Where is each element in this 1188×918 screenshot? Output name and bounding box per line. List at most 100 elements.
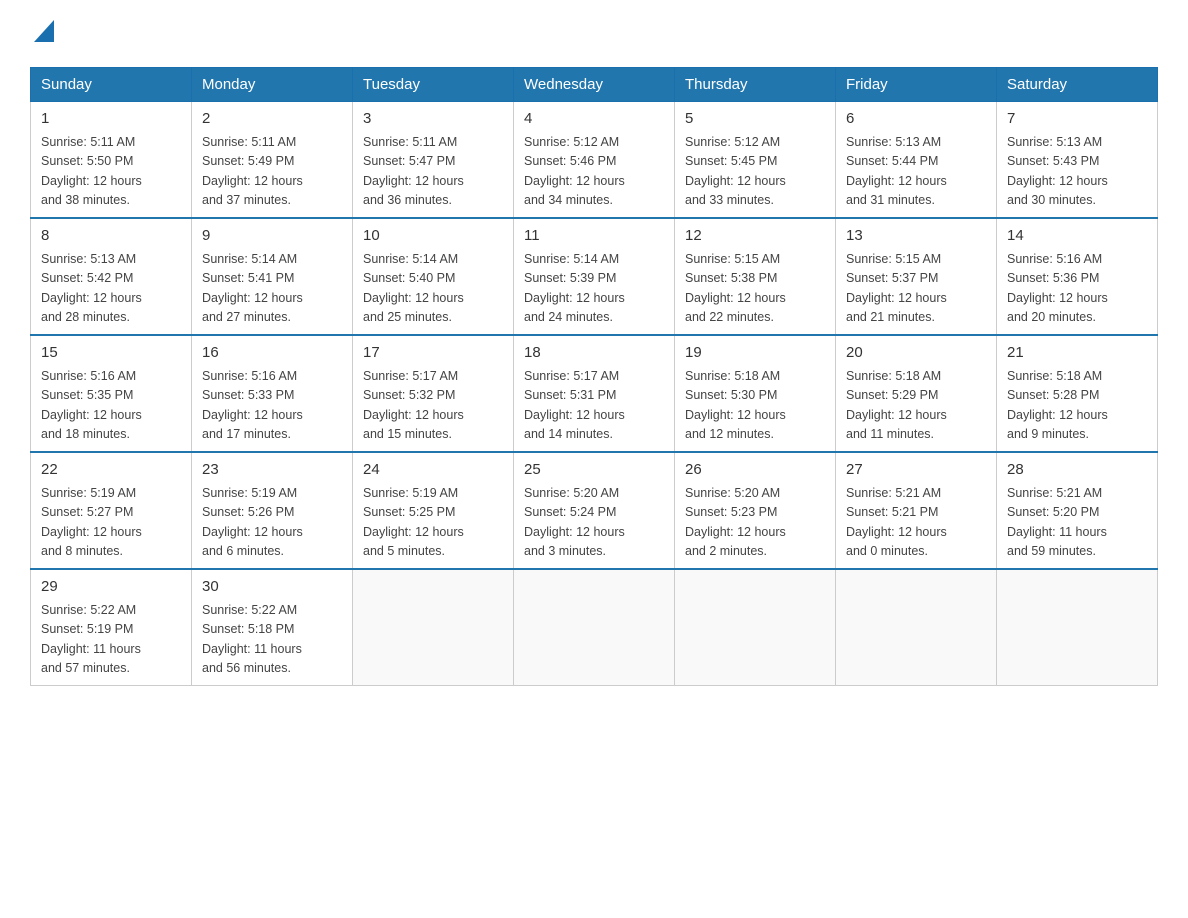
day-info: Sunrise: 5:22 AMSunset: 5:18 PMDaylight:… — [202, 601, 342, 679]
calendar-day-cell: 2Sunrise: 5:11 AMSunset: 5:49 PMDaylight… — [192, 101, 353, 218]
calendar-day-cell: 4Sunrise: 5:12 AMSunset: 5:46 PMDaylight… — [514, 101, 675, 218]
day-info: Sunrise: 5:17 AMSunset: 5:31 PMDaylight:… — [524, 367, 664, 445]
page-header — [30, 20, 1158, 47]
day-number: 21 — [1007, 342, 1147, 365]
day-info: Sunrise: 5:22 AMSunset: 5:19 PMDaylight:… — [41, 601, 181, 679]
weekday-header-tuesday: Tuesday — [353, 67, 514, 101]
calendar-week-row: 29Sunrise: 5:22 AMSunset: 5:19 PMDayligh… — [31, 569, 1158, 686]
calendar-day-cell: 18Sunrise: 5:17 AMSunset: 5:31 PMDayligh… — [514, 335, 675, 452]
day-info: Sunrise: 5:13 AMSunset: 5:44 PMDaylight:… — [846, 133, 986, 211]
day-info: Sunrise: 5:13 AMSunset: 5:43 PMDaylight:… — [1007, 133, 1147, 211]
day-info: Sunrise: 5:15 AMSunset: 5:38 PMDaylight:… — [685, 250, 825, 328]
day-number: 20 — [846, 342, 986, 365]
calendar-day-cell — [675, 569, 836, 686]
calendar-table: SundayMondayTuesdayWednesdayThursdayFrid… — [30, 67, 1158, 686]
calendar-week-row: 8Sunrise: 5:13 AMSunset: 5:42 PMDaylight… — [31, 218, 1158, 335]
calendar-day-cell — [997, 569, 1158, 686]
logo-triangle-icon — [34, 20, 54, 42]
day-number: 8 — [41, 225, 181, 248]
calendar-day-cell: 13Sunrise: 5:15 AMSunset: 5:37 PMDayligh… — [836, 218, 997, 335]
calendar-day-cell: 19Sunrise: 5:18 AMSunset: 5:30 PMDayligh… — [675, 335, 836, 452]
weekday-header-row: SundayMondayTuesdayWednesdayThursdayFrid… — [31, 67, 1158, 101]
calendar-day-cell: 21Sunrise: 5:18 AMSunset: 5:28 PMDayligh… — [997, 335, 1158, 452]
calendar-day-cell — [514, 569, 675, 686]
calendar-day-cell: 12Sunrise: 5:15 AMSunset: 5:38 PMDayligh… — [675, 218, 836, 335]
calendar-day-cell: 17Sunrise: 5:17 AMSunset: 5:32 PMDayligh… — [353, 335, 514, 452]
calendar-day-cell: 15Sunrise: 5:16 AMSunset: 5:35 PMDayligh… — [31, 335, 192, 452]
day-number: 15 — [41, 342, 181, 365]
calendar-day-cell: 16Sunrise: 5:16 AMSunset: 5:33 PMDayligh… — [192, 335, 353, 452]
calendar-day-cell: 3Sunrise: 5:11 AMSunset: 5:47 PMDaylight… — [353, 101, 514, 218]
weekday-header-thursday: Thursday — [675, 67, 836, 101]
day-number: 17 — [363, 342, 503, 365]
calendar-day-cell: 14Sunrise: 5:16 AMSunset: 5:36 PMDayligh… — [997, 218, 1158, 335]
day-info: Sunrise: 5:21 AMSunset: 5:21 PMDaylight:… — [846, 484, 986, 562]
calendar-day-cell: 26Sunrise: 5:20 AMSunset: 5:23 PMDayligh… — [675, 452, 836, 569]
day-info: Sunrise: 5:11 AMSunset: 5:47 PMDaylight:… — [363, 133, 503, 211]
calendar-day-cell: 30Sunrise: 5:22 AMSunset: 5:18 PMDayligh… — [192, 569, 353, 686]
calendar-day-cell: 11Sunrise: 5:14 AMSunset: 5:39 PMDayligh… — [514, 218, 675, 335]
day-info: Sunrise: 5:16 AMSunset: 5:33 PMDaylight:… — [202, 367, 342, 445]
day-number: 13 — [846, 225, 986, 248]
calendar-day-cell: 8Sunrise: 5:13 AMSunset: 5:42 PMDaylight… — [31, 218, 192, 335]
logo — [30, 20, 54, 47]
day-info: Sunrise: 5:16 AMSunset: 5:35 PMDaylight:… — [41, 367, 181, 445]
calendar-week-row: 1Sunrise: 5:11 AMSunset: 5:50 PMDaylight… — [31, 101, 1158, 218]
calendar-day-cell: 9Sunrise: 5:14 AMSunset: 5:41 PMDaylight… — [192, 218, 353, 335]
day-info: Sunrise: 5:19 AMSunset: 5:26 PMDaylight:… — [202, 484, 342, 562]
day-number: 18 — [524, 342, 664, 365]
weekday-header-wednesday: Wednesday — [514, 67, 675, 101]
day-number: 28 — [1007, 459, 1147, 482]
calendar-week-row: 22Sunrise: 5:19 AMSunset: 5:27 PMDayligh… — [31, 452, 1158, 569]
day-info: Sunrise: 5:14 AMSunset: 5:40 PMDaylight:… — [363, 250, 503, 328]
day-number: 23 — [202, 459, 342, 482]
calendar-day-cell: 1Sunrise: 5:11 AMSunset: 5:50 PMDaylight… — [31, 101, 192, 218]
day-number: 16 — [202, 342, 342, 365]
day-info: Sunrise: 5:14 AMSunset: 5:41 PMDaylight:… — [202, 250, 342, 328]
day-info: Sunrise: 5:18 AMSunset: 5:28 PMDaylight:… — [1007, 367, 1147, 445]
day-info: Sunrise: 5:18 AMSunset: 5:30 PMDaylight:… — [685, 367, 825, 445]
day-number: 24 — [363, 459, 503, 482]
day-info: Sunrise: 5:19 AMSunset: 5:27 PMDaylight:… — [41, 484, 181, 562]
weekday-header-friday: Friday — [836, 67, 997, 101]
calendar-day-cell — [836, 569, 997, 686]
weekday-header-saturday: Saturday — [997, 67, 1158, 101]
day-number: 22 — [41, 459, 181, 482]
calendar-day-cell: 24Sunrise: 5:19 AMSunset: 5:25 PMDayligh… — [353, 452, 514, 569]
calendar-day-cell: 27Sunrise: 5:21 AMSunset: 5:21 PMDayligh… — [836, 452, 997, 569]
day-info: Sunrise: 5:15 AMSunset: 5:37 PMDaylight:… — [846, 250, 986, 328]
day-number: 10 — [363, 225, 503, 248]
day-info: Sunrise: 5:20 AMSunset: 5:24 PMDaylight:… — [524, 484, 664, 562]
day-number: 11 — [524, 225, 664, 248]
day-number: 19 — [685, 342, 825, 365]
weekday-header-monday: Monday — [192, 67, 353, 101]
day-info: Sunrise: 5:12 AMSunset: 5:46 PMDaylight:… — [524, 133, 664, 211]
day-number: 3 — [363, 108, 503, 131]
day-number: 9 — [202, 225, 342, 248]
day-number: 1 — [41, 108, 181, 131]
calendar-day-cell: 7Sunrise: 5:13 AMSunset: 5:43 PMDaylight… — [997, 101, 1158, 218]
day-info: Sunrise: 5:18 AMSunset: 5:29 PMDaylight:… — [846, 367, 986, 445]
day-info: Sunrise: 5:19 AMSunset: 5:25 PMDaylight:… — [363, 484, 503, 562]
calendar-day-cell: 10Sunrise: 5:14 AMSunset: 5:40 PMDayligh… — [353, 218, 514, 335]
day-info: Sunrise: 5:17 AMSunset: 5:32 PMDaylight:… — [363, 367, 503, 445]
calendar-day-cell: 5Sunrise: 5:12 AMSunset: 5:45 PMDaylight… — [675, 101, 836, 218]
day-number: 25 — [524, 459, 664, 482]
calendar-day-cell — [353, 569, 514, 686]
calendar-day-cell: 28Sunrise: 5:21 AMSunset: 5:20 PMDayligh… — [997, 452, 1158, 569]
weekday-header-sunday: Sunday — [31, 67, 192, 101]
day-number: 26 — [685, 459, 825, 482]
calendar-day-cell: 22Sunrise: 5:19 AMSunset: 5:27 PMDayligh… — [31, 452, 192, 569]
day-info: Sunrise: 5:21 AMSunset: 5:20 PMDaylight:… — [1007, 484, 1147, 562]
day-number: 6 — [846, 108, 986, 131]
day-info: Sunrise: 5:13 AMSunset: 5:42 PMDaylight:… — [41, 250, 181, 328]
day-number: 4 — [524, 108, 664, 131]
day-number: 5 — [685, 108, 825, 131]
day-info: Sunrise: 5:20 AMSunset: 5:23 PMDaylight:… — [685, 484, 825, 562]
day-number: 27 — [846, 459, 986, 482]
day-info: Sunrise: 5:11 AMSunset: 5:50 PMDaylight:… — [41, 133, 181, 211]
day-number: 12 — [685, 225, 825, 248]
calendar-day-cell: 29Sunrise: 5:22 AMSunset: 5:19 PMDayligh… — [31, 569, 192, 686]
day-info: Sunrise: 5:11 AMSunset: 5:49 PMDaylight:… — [202, 133, 342, 211]
day-info: Sunrise: 5:12 AMSunset: 5:45 PMDaylight:… — [685, 133, 825, 211]
